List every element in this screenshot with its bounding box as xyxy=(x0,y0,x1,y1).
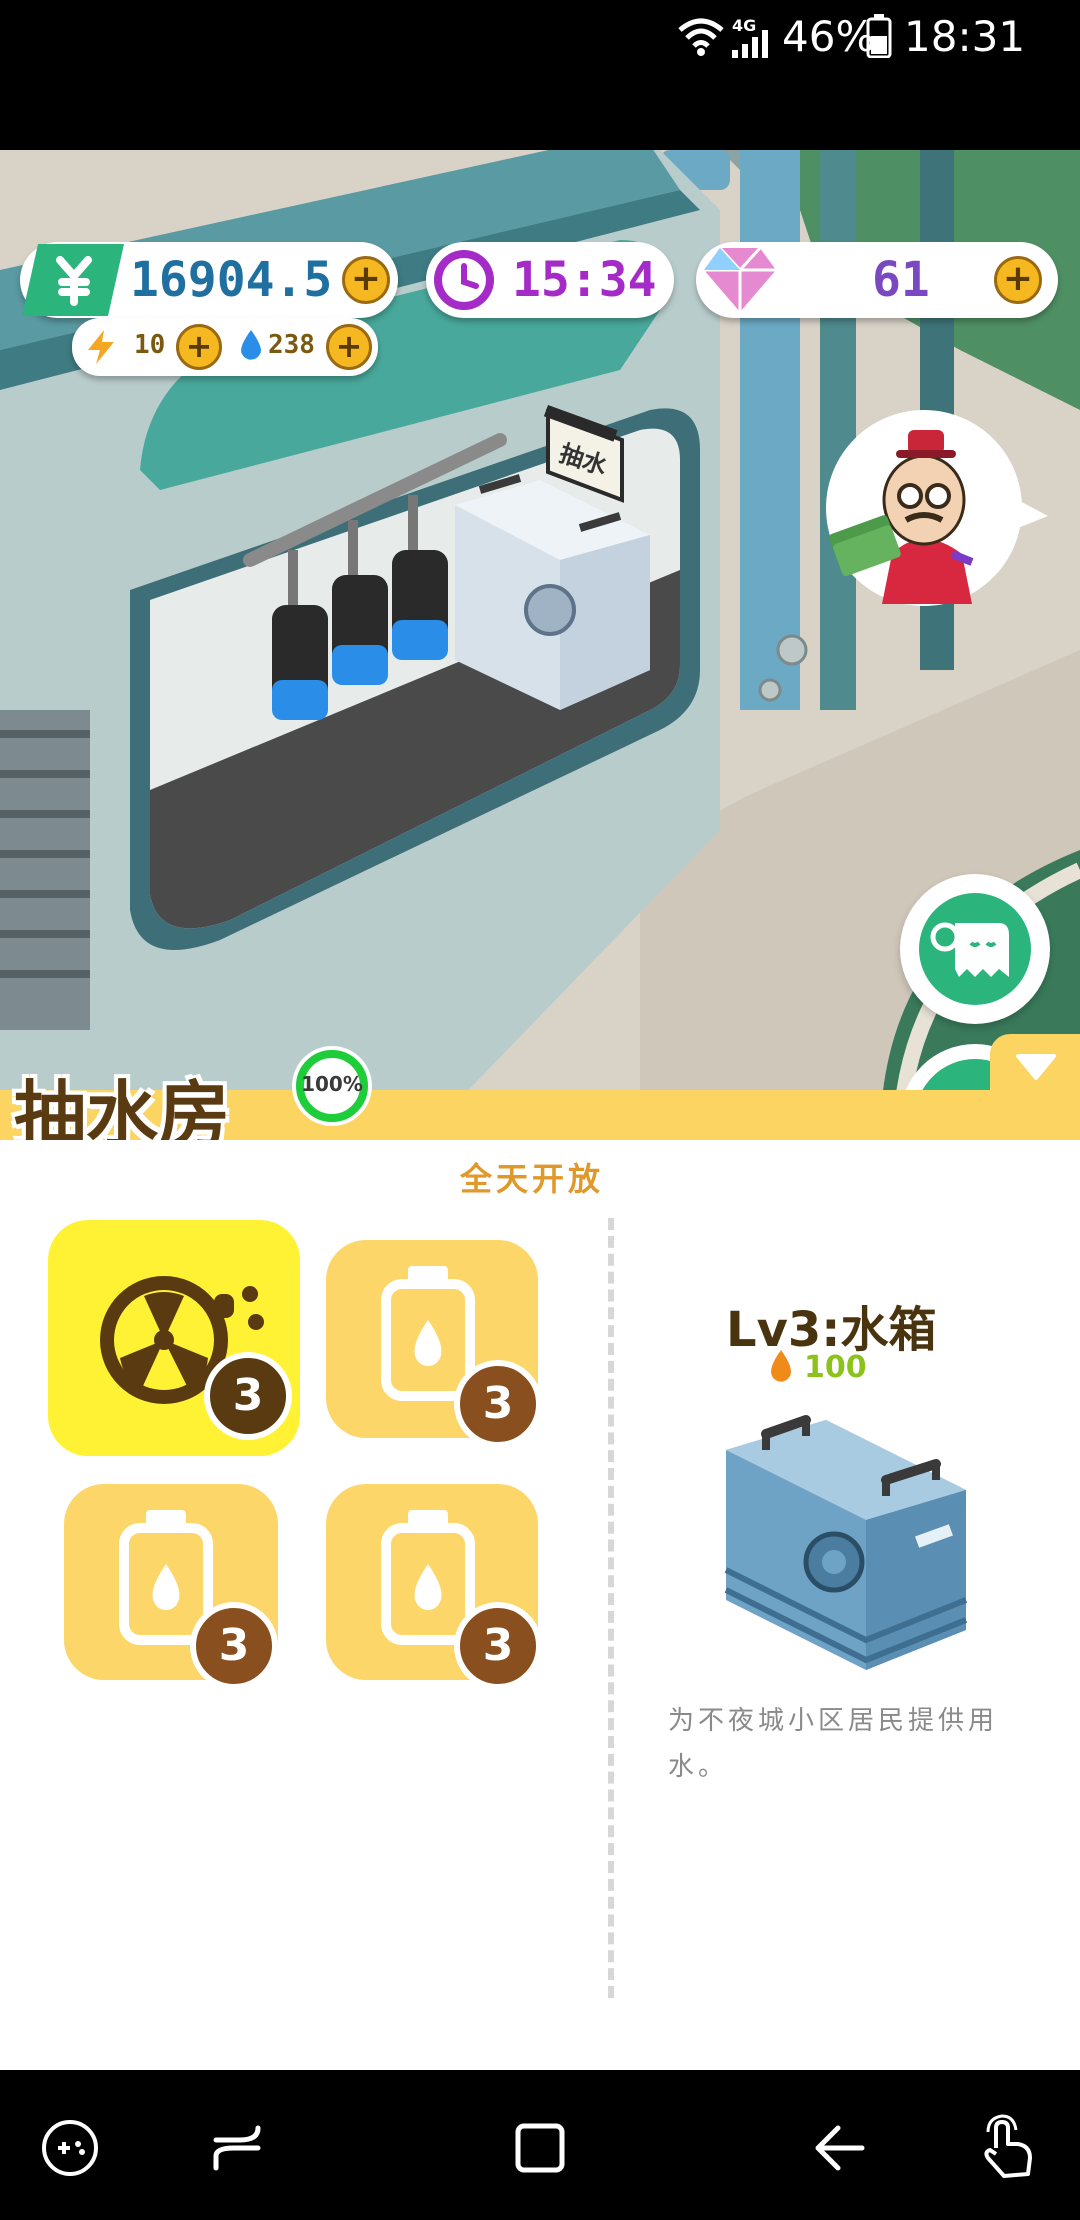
panel-divider xyxy=(608,1218,614,1998)
open-hours: 全天开放 xyxy=(460,1160,605,1198)
cost-drop-icon xyxy=(771,1350,791,1382)
money-value: 16904.5 xyxy=(130,252,333,308)
add-energy-button[interactable]: + xyxy=(176,324,222,370)
npc-merchant-icon xyxy=(826,410,1048,606)
building-progress-ring: 100% xyxy=(290,1044,374,1128)
recent-apps-icon[interactable] xyxy=(210,2120,266,2176)
detail-cost: 100 xyxy=(804,1350,867,1385)
slot-fan[interactable]: 3 xyxy=(48,1220,300,1456)
back-icon[interactable] xyxy=(812,2120,868,2176)
energy-value: 10 xyxy=(134,330,166,360)
water-tank-preview xyxy=(724,1415,968,1670)
water-drop-icon xyxy=(241,330,261,360)
wifi-icon xyxy=(678,18,724,56)
npc-avatar-button[interactable] xyxy=(822,404,1048,614)
building-panel: 全天开放 3 3 3 3 Lv3:水箱 100 为不夜城小区居民提供用水。 xyxy=(0,1140,1080,2070)
slot-water-1[interactable]: 3 xyxy=(326,1240,542,1448)
detail-description: 为不夜城小区居民提供用水。 xyxy=(668,1706,999,1782)
chat-button[interactable] xyxy=(900,874,1050,1024)
clock: 18:31 xyxy=(904,12,1026,61)
gem-value: 61 xyxy=(872,252,930,308)
slot-fan-count: 3 xyxy=(204,1352,292,1440)
chevron-down-icon xyxy=(1016,1054,1056,1080)
gem-icon xyxy=(704,246,776,312)
money-counter[interactable]: 16904.5 + xyxy=(20,242,400,318)
timer-value: 15:34 xyxy=(512,252,657,308)
lightning-icon xyxy=(88,330,114,364)
slot-water-3[interactable]: 3 xyxy=(326,1484,542,1690)
game-tools-icon[interactable] xyxy=(40,2118,100,2178)
add-gem-button[interactable]: + xyxy=(994,256,1042,304)
battery-icon xyxy=(866,14,892,58)
battery-percent: 46% xyxy=(782,12,876,61)
gem-counter[interactable]: 61 + xyxy=(696,242,1060,318)
add-water-button[interactable]: + xyxy=(326,324,372,370)
add-money-button[interactable]: + xyxy=(342,256,390,304)
touch-gesture-icon[interactable] xyxy=(974,2114,1042,2182)
resource-subbar: 10 + 238 + xyxy=(72,318,378,376)
timer-counter: 15:34 xyxy=(426,242,674,318)
slot-water-2-count: 3 xyxy=(190,1602,278,1690)
slot-water-2[interactable]: 3 xyxy=(64,1484,278,1690)
home-icon[interactable] xyxy=(512,2118,568,2178)
clock-icon xyxy=(434,250,494,310)
chat-icon xyxy=(919,893,1031,1005)
navigation-bar xyxy=(0,2070,1080,2220)
slot-water-1-count: 3 xyxy=(454,1360,542,1448)
cash-icon xyxy=(22,244,124,316)
signal-icon xyxy=(732,30,768,58)
status-bar: 4G 46% 18:31 xyxy=(0,0,1080,150)
progress-label: 100% xyxy=(301,1072,363,1096)
shutter xyxy=(0,710,90,1030)
water-value: 238 xyxy=(268,330,315,360)
game-scene[interactable]: 抽水 16904.5 + 10 + 238 + 15:34 61 + xyxy=(0,150,1080,1140)
slot-water-3-count: 3 xyxy=(454,1602,542,1690)
